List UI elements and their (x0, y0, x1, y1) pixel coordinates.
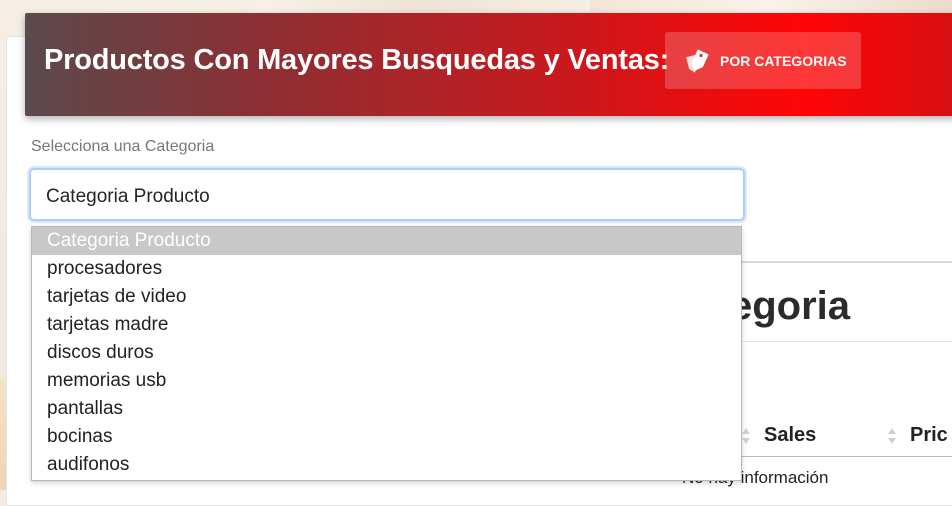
column-header-sales[interactable]: Sales (764, 424, 816, 447)
dropdown-option[interactable]: procesadores (32, 255, 741, 283)
category-select[interactable]: Categoria Producto (29, 168, 745, 221)
dropdown-option[interactable]: discos duros (32, 339, 741, 367)
por-categorias-label: POR CATEGORIAS (720, 52, 847, 69)
tags-icon (686, 48, 709, 73)
dropdown-option[interactable]: audifonos (32, 451, 741, 479)
dropdown-option[interactable]: pantallas (32, 395, 741, 423)
dropdown-option[interactable]: bocinas (32, 423, 741, 451)
dropdown-option[interactable]: Categoria Producto (32, 227, 741, 255)
divider (742, 341, 952, 342)
category-select-value: Categoria Producto (46, 186, 210, 207)
column-header-price[interactable]: Pric (910, 424, 948, 447)
background-image-strip (255, 0, 585, 14)
divider (742, 261, 952, 263)
dropdown-option[interactable]: tarjetas de video (32, 283, 741, 311)
section-heading: egoria (730, 284, 851, 328)
table-header-divider (742, 456, 952, 457)
select-category-label: Selecciona una Categoria (31, 138, 215, 155)
dropdown-option[interactable]: tarjetas madre (32, 311, 741, 339)
banner-title: Productos Con Mayores Busquedas y Ventas… (44, 44, 670, 76)
por-categorias-button[interactable]: POR CATEGORIAS (665, 32, 861, 89)
sort-icon[interactable] (741, 426, 751, 446)
background-image-strip (590, 0, 952, 14)
category-dropdown-list[interactable]: Categoria Producto procesadores tarjetas… (31, 226, 742, 481)
sort-icon[interactable] (887, 426, 897, 446)
dropdown-option[interactable]: memorias usb (32, 367, 741, 395)
